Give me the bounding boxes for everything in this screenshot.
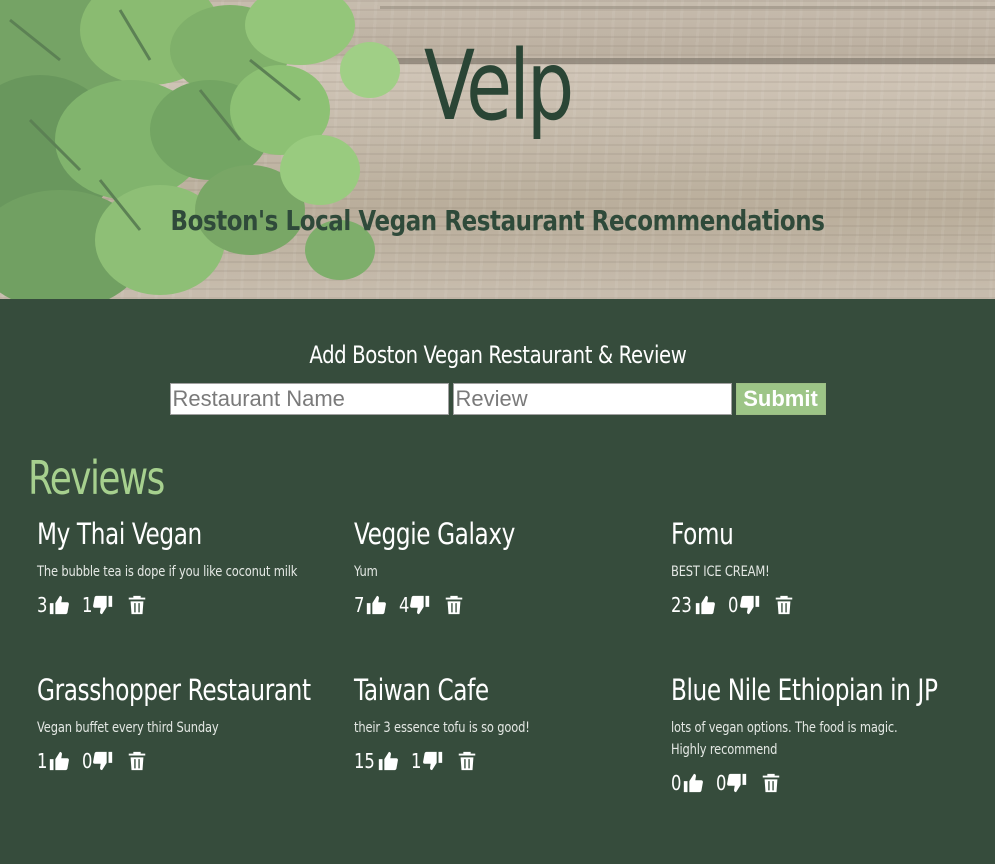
reviews-section: Reviews My Thai Vegan The bubble tea is …	[0, 415, 995, 845]
add-review-form: Submit	[0, 383, 995, 415]
restaurant-name: Veggie Galaxy	[354, 517, 516, 551]
site-subtitle: Boston's Local Vegan Restaurant Recommen…	[170, 204, 825, 237]
trash-icon[interactable]	[760, 772, 782, 794]
restaurant-name: Taiwan Cafe	[354, 673, 489, 707]
add-review-section: Add Boston Vegan Restaurant & Review Sub…	[0, 299, 995, 415]
review-text: BEST ICE CREAM!	[671, 564, 770, 580]
thumbs-down-icon[interactable]	[409, 594, 431, 616]
review-card: Fomu BEST ICE CREAM! 23 0	[671, 517, 971, 617]
review-input[interactable]	[452, 383, 732, 415]
thumbs-up-icon[interactable]	[48, 750, 70, 772]
thumbs-down-icon[interactable]	[739, 594, 761, 616]
review-text: their 3 essence tofu is so good!	[354, 720, 530, 736]
downvote-count: 1	[411, 749, 422, 773]
review-actions: 23 0	[671, 593, 971, 617]
thumbs-up-icon[interactable]	[377, 750, 399, 772]
review-actions: 0 0	[671, 771, 971, 795]
review-card: Blue Nile Ethiopian in JP lots of vegan …	[671, 673, 971, 795]
review-text: Yum	[354, 564, 378, 580]
add-review-heading: Add Boston Vegan Restaurant & Review	[308, 341, 687, 369]
review-text: Vegan buffet every third Sunday	[37, 720, 219, 736]
restaurant-name-input[interactable]	[169, 383, 449, 415]
downvote-count: 0	[715, 771, 727, 795]
trash-icon[interactable]	[773, 594, 795, 616]
downvote-count: 1	[81, 593, 93, 617]
thumbs-up-icon[interactable]	[682, 772, 704, 794]
upvote-count: 7	[354, 593, 365, 617]
restaurant-name: Blue Nile Ethiopian in JP	[671, 673, 938, 707]
thumbs-up-icon[interactable]	[48, 594, 70, 616]
review-actions: 15 1	[354, 749, 654, 773]
downvote-count: 0	[81, 749, 93, 773]
review-text: The bubble tea is dope if you like cocon…	[37, 564, 298, 580]
upvote-count: 3	[37, 593, 48, 617]
upvote-count: 23	[671, 593, 692, 617]
site-title: Velp	[423, 30, 574, 142]
review-card: My Thai Vegan The bubble tea is dope if …	[37, 517, 337, 617]
upvote-count: 15	[354, 749, 375, 773]
restaurant-name: Fomu	[671, 517, 734, 551]
review-actions: 7 4	[354, 593, 654, 617]
trash-icon[interactable]	[126, 750, 148, 772]
trash-icon[interactable]	[443, 594, 465, 616]
review-text: lots of vegan options. The food is magic…	[671, 720, 898, 758]
downvote-count: 4	[398, 593, 410, 617]
hero-banner: Velp Boston's Local Vegan Restaurant Rec…	[0, 0, 995, 299]
thumbs-down-icon[interactable]	[92, 594, 114, 616]
review-actions: 3 1	[37, 593, 337, 617]
review-card: Veggie Galaxy Yum 7 4	[354, 517, 654, 617]
thumbs-up-icon[interactable]	[365, 594, 387, 616]
review-card: Taiwan Cafe their 3 essence tofu is so g…	[354, 673, 654, 773]
review-card: Grasshopper Restaurant Vegan buffet ever…	[37, 673, 337, 773]
review-actions: 1 0	[37, 749, 337, 773]
thumbs-up-icon[interactable]	[694, 594, 716, 616]
downvote-count: 0	[728, 593, 739, 617]
trash-icon[interactable]	[126, 594, 148, 616]
reviews-grid: My Thai Vegan The bubble tea is dope if …	[0, 505, 995, 845]
upvote-count: 0	[671, 771, 682, 795]
thumbs-down-icon[interactable]	[726, 772, 748, 794]
trash-icon[interactable]	[456, 750, 478, 772]
restaurant-name: Grasshopper Restaurant	[37, 673, 311, 707]
restaurant-name: My Thai Vegan	[37, 517, 202, 551]
submit-button[interactable]: Submit	[735, 383, 826, 415]
upvote-count: 1	[37, 749, 48, 773]
reviews-heading: Reviews	[28, 451, 165, 505]
thumbs-down-icon[interactable]	[92, 750, 114, 772]
thumbs-down-icon[interactable]	[422, 750, 444, 772]
